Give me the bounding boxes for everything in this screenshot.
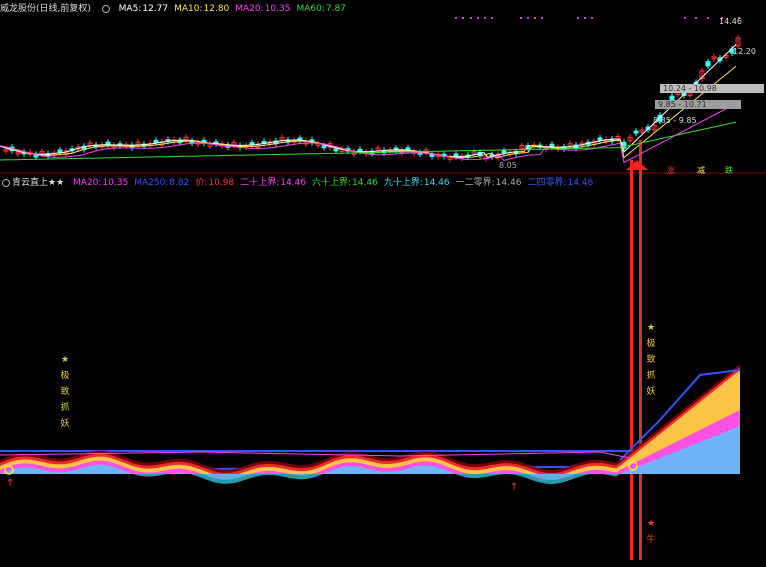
annotation-char: 抓 [60, 403, 70, 413]
indicator-item: 二十上界:14.46 [240, 178, 306, 188]
candle-body [249, 142, 255, 146]
indicator-name[interactable]: 青云直上★★ [12, 178, 64, 188]
indicator-label: MA250: [134, 178, 169, 188]
left-annotation: ★ 极 致 抓 妖 [59, 352, 71, 432]
marker-dot [695, 17, 697, 19]
signal-fall: 跌 [725, 166, 733, 175]
annotation-char: 妖 [646, 387, 656, 397]
indicator-item: 价:10.98 [195, 178, 234, 188]
annotation-char: 妖 [60, 419, 70, 429]
candle-body [153, 139, 159, 143]
indicator-value: 8.82 [169, 178, 190, 188]
signal-line [630, 160, 633, 560]
marker-dot [534, 17, 536, 19]
candlestick-chart [0, 17, 741, 164]
annotation-char: 致 [60, 387, 70, 397]
indicator-item: 二四零界:14.46 [527, 178, 593, 188]
marker-dot [455, 17, 457, 19]
candle-body [501, 150, 507, 154]
indicator-item: 九十上界:14.46 [384, 178, 450, 188]
star-icon: ★ [60, 355, 70, 365]
up-arrow-icon [626, 160, 648, 170]
marker-dot [477, 17, 479, 19]
ma5-line [0, 44, 737, 158]
marker-dot [584, 17, 586, 19]
indicator-value: 10.35 [102, 178, 129, 188]
marker-dot [462, 17, 464, 19]
annotation-char: 牛 [646, 535, 656, 545]
indicator-value: 10.98 [208, 178, 235, 188]
up-arrow-icon: ↑ [6, 478, 14, 489]
indicator-label: 二四零界: [527, 178, 567, 188]
range-box-2: 9.85 - 10.71 [655, 100, 741, 109]
candle-body [321, 145, 327, 149]
indicator-item: 六十上界:14.46 [312, 178, 378, 188]
indicator-value: 14.46 [567, 178, 594, 188]
low-price-label: 8.05 [499, 161, 517, 170]
marker-dot [707, 17, 709, 19]
marker-dot [591, 17, 593, 19]
indicator-value: 14.46 [495, 178, 522, 188]
marker-dot [520, 17, 522, 19]
indicator-value: 14.46 [280, 178, 306, 188]
up-arrow-icon: ↑ [510, 482, 518, 493]
indicator-item: 一二零界:14.46 [456, 178, 522, 188]
marker-dot [470, 17, 472, 19]
range-box-3: 8.85 - 9.85 [653, 116, 697, 125]
indicator-label: 一二零界: [455, 178, 495, 188]
indicator-settings-icon[interactable] [2, 178, 10, 187]
indicator-label: 六十上界: [312, 178, 352, 188]
annotation-char: 致 [646, 355, 656, 365]
annotation-char: 极 [646, 339, 656, 349]
chart-canvas[interactable]: ↑ ↑ [0, 0, 766, 567]
candle-body [633, 130, 639, 134]
indicator-item: MA250:8.82 [134, 178, 189, 188]
annotation-char: 抓 [646, 371, 656, 381]
marker-dot [484, 17, 486, 19]
marker-dot [491, 17, 493, 19]
marker-dot [684, 17, 686, 19]
indicator-label: 二十上界: [240, 178, 280, 188]
annotation-char: 极 [60, 371, 70, 381]
high-price-label: 14.46 [719, 17, 742, 26]
indicator-item: MA20:10.35 [73, 178, 128, 188]
marker-dot [527, 17, 529, 19]
marker-dot [577, 17, 579, 19]
indicator-label: 九十上界: [383, 178, 423, 188]
candle-body [333, 148, 339, 152]
indicator-value: 14.46 [423, 178, 450, 188]
candle-body [429, 153, 435, 157]
star-icon: ★ [646, 323, 656, 333]
price-label-1: 12.20 [733, 47, 756, 56]
candle-body [597, 137, 603, 141]
star-icon: ★ [646, 519, 656, 529]
candle-body [705, 61, 711, 67]
indicator-value: 14.46 [352, 178, 378, 188]
indicator-header: 青云直上★★ MA20:10.35 MA250:8.82 价:10.98 二十上界:1… [0, 176, 605, 190]
ma20-line [0, 103, 737, 164]
signal-line [639, 140, 642, 560]
marker-dot [541, 17, 543, 19]
indicator-label: MA20: [73, 178, 102, 188]
right-annotation: ★ 极 致 抓 妖 [645, 320, 657, 400]
range-box-1: 10.24 - 10.98 [660, 84, 764, 93]
indicator-chart: ↑ ↑ [0, 140, 741, 560]
signal-rise: 涨 [667, 166, 675, 175]
candle-body [57, 149, 63, 153]
indicator-legend: MA20:10.35 MA250:8.82 价:10.98 二十上界:14.46 六十上… [73, 178, 599, 188]
signal-flat: 减 [697, 166, 705, 175]
bottom-annotation: ★ 牛 [645, 516, 657, 548]
indicator-label: 价: [195, 178, 208, 188]
